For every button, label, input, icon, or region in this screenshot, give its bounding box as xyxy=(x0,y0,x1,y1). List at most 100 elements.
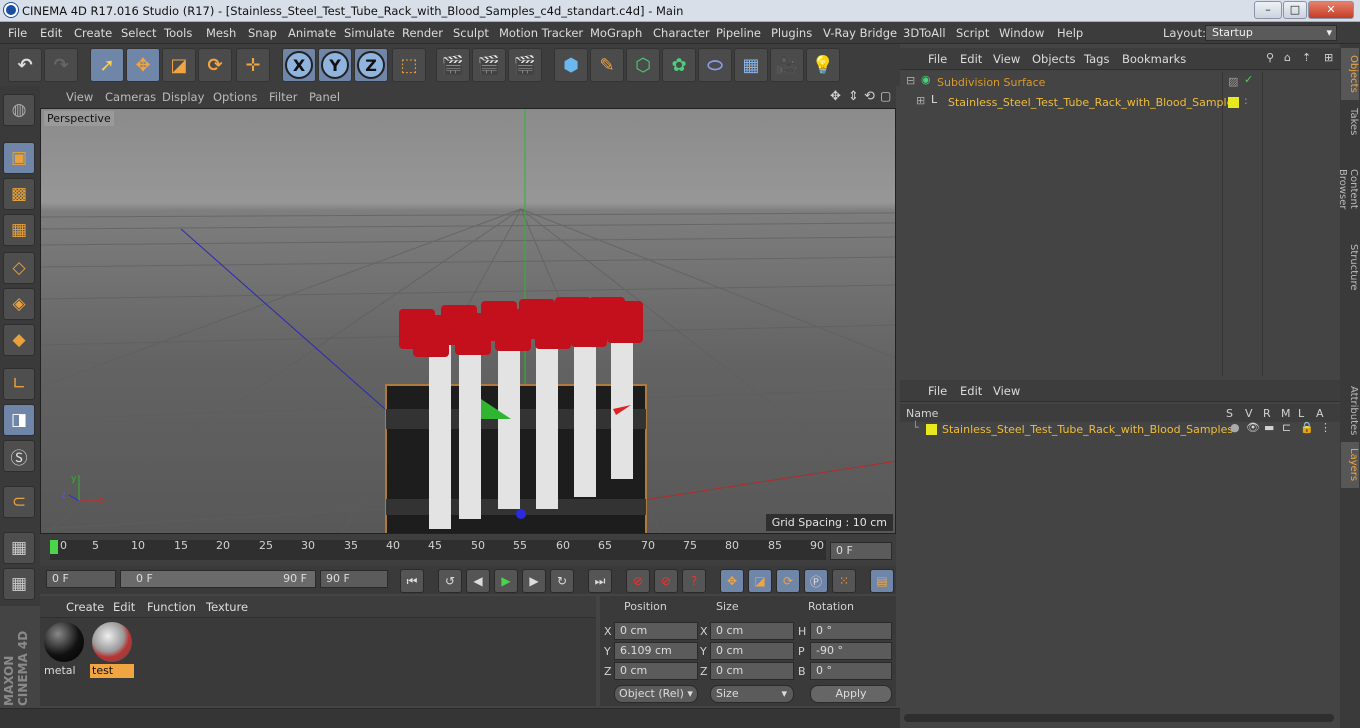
tab-takes[interactable]: Takes xyxy=(1341,102,1359,142)
enabled-check-icon[interactable]: ✓ xyxy=(1244,73,1253,86)
visibility-dots-icon[interactable]: : xyxy=(1244,94,1248,107)
coordinate-system-button[interactable]: ⬚ xyxy=(392,48,426,82)
material-swatch-metal[interactable]: metal xyxy=(42,620,86,678)
menu-sculpt[interactable]: Sculpt xyxy=(453,26,489,40)
transform-button[interactable]: ✛ xyxy=(236,48,270,82)
vp-menu-view[interactable]: View xyxy=(66,90,93,104)
render-settings-button[interactable]: 🎬 xyxy=(508,48,542,82)
menu-3dtoall[interactable]: 3DToAll xyxy=(903,26,946,40)
menu-select[interactable]: Select xyxy=(121,26,156,40)
menu-snap[interactable]: Snap xyxy=(248,26,277,40)
rotation-p-field[interactable]: -90 ° xyxy=(810,642,892,660)
menu-vray-bridge[interactable]: V-Ray Bridge xyxy=(823,26,897,40)
playhead[interactable] xyxy=(50,540,58,554)
floor-button[interactable]: ▦ xyxy=(734,48,768,82)
menu-file[interactable]: File xyxy=(8,26,27,40)
viewport-3d[interactable]: y x z Perspective Grid Spacing : 10 cm xyxy=(40,108,896,534)
prev-key-button[interactable]: ↺ xyxy=(438,569,462,593)
rotation-b-field[interactable]: 0 ° xyxy=(810,662,892,680)
menu-animate[interactable]: Animate xyxy=(288,26,336,40)
layer-color-tag[interactable] xyxy=(1228,97,1239,108)
minimize-button[interactable]: – xyxy=(1254,1,1282,19)
viewport-move-icon[interactable]: ✥ xyxy=(830,89,841,104)
key-scale-button[interactable]: ◪ xyxy=(748,569,772,593)
layer-row[interactable]: └ Stainless_Steel_Test_Tube_Rack_with_Bl… xyxy=(900,420,1340,440)
layer-menu-view[interactable]: View xyxy=(993,384,1020,398)
live-selection-button[interactable]: ➚ xyxy=(90,48,124,82)
position-x-field[interactable]: 0 cm xyxy=(614,622,698,640)
object-row[interactable]: ⊟ ◉ Subdivision Surface ▨ ✓ xyxy=(900,73,1340,93)
array-button[interactable]: ✿ xyxy=(662,48,696,82)
undo-button[interactable]: ↶ xyxy=(8,48,42,82)
obj-menu-file[interactable]: File xyxy=(928,52,947,66)
texture-mode-button[interactable]: ▩ xyxy=(3,178,35,210)
vp-menu-display[interactable]: Display xyxy=(162,90,204,104)
scale-button[interactable]: ◪ xyxy=(162,48,196,82)
next-frame-button[interactable]: ▶ xyxy=(522,569,546,593)
points-mode-button[interactable]: ◇ xyxy=(3,252,35,284)
position-y-field[interactable]: 6.109 cm xyxy=(614,642,698,660)
size-x-field[interactable]: 0 cm xyxy=(710,622,794,640)
menu-mesh[interactable]: Mesh xyxy=(206,26,236,40)
manager-icon[interactable]: ⊏ xyxy=(1282,421,1291,434)
magnet-button[interactable]: ⊂ xyxy=(3,486,35,518)
layout-dropdown[interactable]: Startup ▾ xyxy=(1205,25,1337,41)
y-axis-button[interactable]: Y xyxy=(318,48,352,82)
home-icon[interactable]: ⌂ xyxy=(1284,51,1291,64)
col-view[interactable]: V xyxy=(1245,407,1253,420)
menu-help[interactable]: Help xyxy=(1057,26,1083,40)
menu-create[interactable]: Create xyxy=(74,26,112,40)
menu-pipeline[interactable]: Pipeline xyxy=(716,26,761,40)
subdivision-button[interactable]: ⬡ xyxy=(626,48,660,82)
search-icon[interactable]: ⚲ xyxy=(1266,51,1274,64)
vp-menu-options[interactable]: Options xyxy=(213,90,257,104)
prev-frame-button[interactable]: ◀ xyxy=(466,569,490,593)
menu-edit[interactable]: Edit xyxy=(40,26,62,40)
vp-menu-panel[interactable]: Panel xyxy=(309,90,340,104)
coordinate-mode-select[interactable]: Object (Rel) ▾ xyxy=(614,685,698,703)
viewport-rotate-icon[interactable]: ⟲ xyxy=(864,89,875,104)
obj-menu-view[interactable]: View xyxy=(993,52,1020,66)
tab-content-browser[interactable]: Content Browser xyxy=(1337,144,1359,234)
layer-menu-file[interactable]: File xyxy=(928,384,947,398)
material-swatch-test[interactable]: test xyxy=(90,620,134,678)
key-rotation-button[interactable]: ⟳ xyxy=(776,569,800,593)
menu-window[interactable]: Window xyxy=(999,26,1044,40)
lock-icon[interactable]: 🔒 xyxy=(1300,421,1314,434)
obj-menu-objects[interactable]: Objects xyxy=(1032,52,1075,66)
col-animation[interactable]: A xyxy=(1316,407,1324,420)
menu-simulate[interactable]: Simulate xyxy=(344,26,395,40)
layer-menu-edit[interactable]: Edit xyxy=(960,384,982,398)
expand-icon[interactable]: ⊞ xyxy=(916,94,925,107)
autokey-button[interactable]: ⊘ xyxy=(654,569,678,593)
cube-button[interactable]: ⬢ xyxy=(554,48,588,82)
pen-button[interactable]: ✎ xyxy=(590,48,624,82)
planar-workplane-button[interactable]: ▦ xyxy=(3,568,35,600)
object-row[interactable]: ⊞ L Stainless_Steel_Test_Tube_Rack_with_… xyxy=(900,93,1340,113)
render-picture-viewer-button[interactable]: 🎬 xyxy=(472,48,506,82)
vp-menu-cameras[interactable]: Cameras xyxy=(105,90,156,104)
frame-range-slider[interactable]: 0 F 90 F xyxy=(120,570,316,588)
menu-character[interactable]: Character xyxy=(653,26,710,40)
next-key-button[interactable]: ↻ xyxy=(550,569,574,593)
horizontal-scrollbar[interactable] xyxy=(904,714,1334,722)
x-axis-button[interactable]: X xyxy=(282,48,316,82)
menu-motion-tracker[interactable]: Motion Tracker xyxy=(499,26,583,40)
vp-menu-filter[interactable]: Filter xyxy=(269,90,297,104)
go-to-start-button[interactable]: ⏮ xyxy=(400,569,424,593)
redo-button[interactable]: ↷ xyxy=(44,48,78,82)
move-button[interactable]: ✥ xyxy=(126,48,160,82)
solo-dot-icon[interactable]: ● xyxy=(1230,421,1240,434)
light-button[interactable]: 💡 xyxy=(806,48,840,82)
obj-menu-tags[interactable]: Tags xyxy=(1084,52,1109,66)
workplane-button[interactable]: ▦ xyxy=(3,214,35,246)
mat-menu-function[interactable]: Function xyxy=(147,600,196,614)
menu-render[interactable]: Render xyxy=(402,26,443,40)
tab-structure[interactable]: Structure xyxy=(1341,238,1359,294)
col-solo[interactable]: S xyxy=(1226,407,1233,420)
position-z-field[interactable]: 0 cm xyxy=(614,662,698,680)
viewport-zoom-icon[interactable]: ⇕ xyxy=(848,89,859,104)
edges-mode-button[interactable]: ◈ xyxy=(3,288,35,320)
axis-mode-button[interactable]: ∟ xyxy=(3,368,35,400)
collapse-icon[interactable]: ⊟ xyxy=(906,74,915,87)
